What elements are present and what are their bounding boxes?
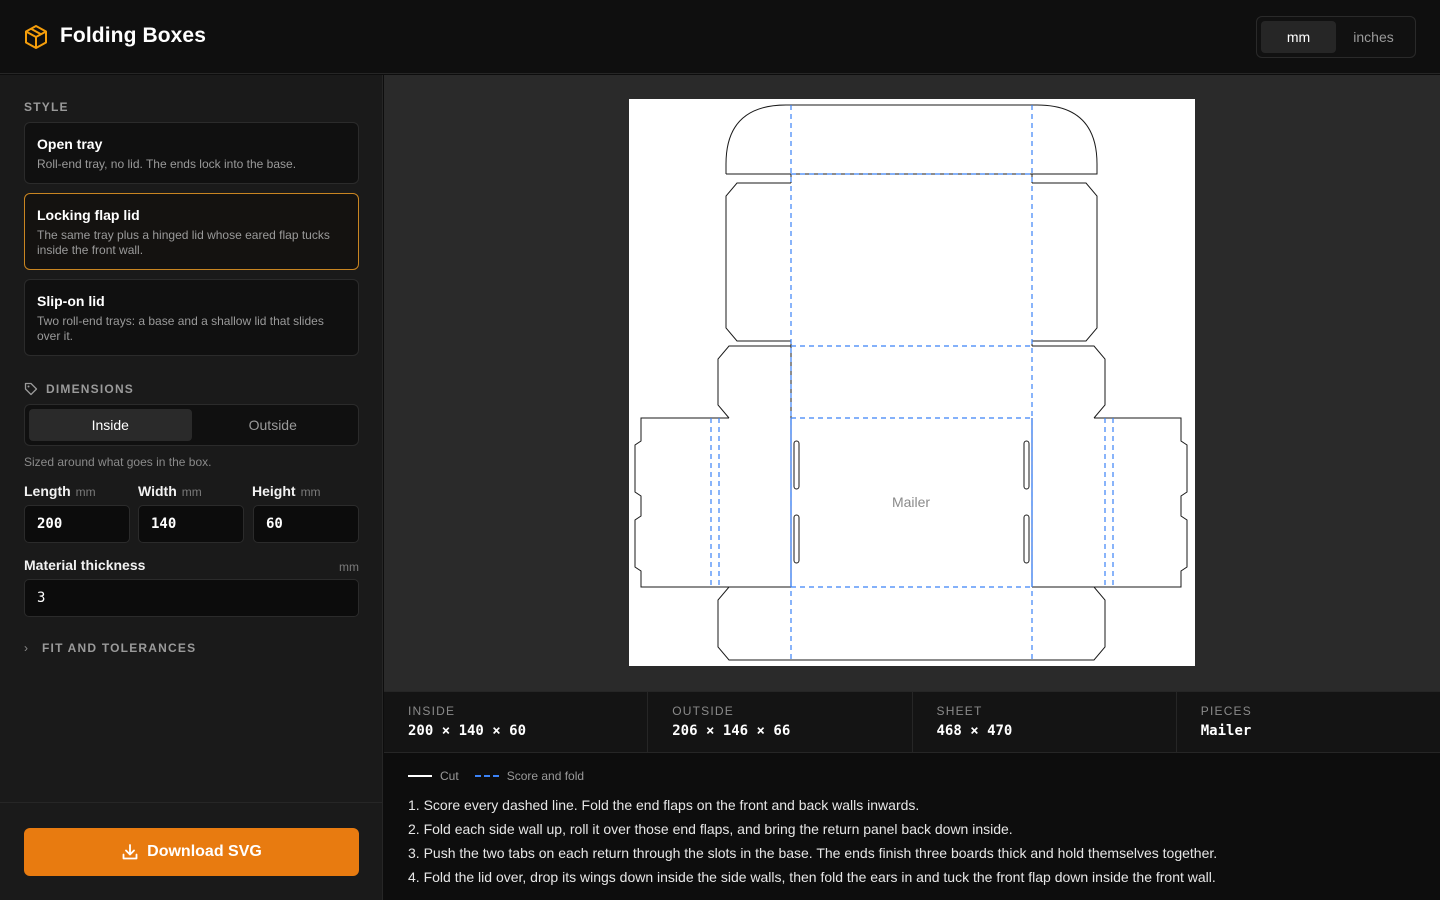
cut-line-swatch xyxy=(408,775,432,777)
dieline-sheet: Mailer xyxy=(629,99,1195,666)
preview-canvas: Mailer xyxy=(384,75,1440,691)
height-label: Height mm xyxy=(252,483,321,499)
download-icon xyxy=(122,844,138,860)
download-label: Download SVG xyxy=(147,843,262,860)
height-input[interactable] xyxy=(253,505,359,543)
style-card-title: Slip-on lid xyxy=(37,293,105,309)
stat-value: 468 × 470 xyxy=(936,723,1013,739)
stat-outside: OUTSIDE 206 × 146 × 66 xyxy=(648,692,913,752)
fit-tolerances-toggle[interactable]: › FIT AND TOLERANCES xyxy=(24,641,196,655)
fold-lines xyxy=(710,105,1114,660)
style-card-title: Locking flap lid xyxy=(37,207,140,223)
thickness-label: Material thickness xyxy=(24,557,146,573)
fit-tolerances-label: FIT AND TOLERANCES xyxy=(42,641,197,655)
width-input[interactable] xyxy=(138,505,244,543)
width-label: Width mm xyxy=(138,483,202,499)
style-card-slip-on-lid[interactable]: Slip-on lid Two roll-end trays: a base a… xyxy=(24,279,359,356)
height-label-text: Height xyxy=(252,483,296,499)
style-card-open-tray[interactable]: Open tray Roll-end tray, no lid. The end… xyxy=(24,122,359,184)
unit-mm-button[interactable]: mm xyxy=(1261,21,1336,53)
assembly-steps: 1. Score every dashed line. Fold the end… xyxy=(408,793,1217,889)
stat-value: Mailer xyxy=(1200,723,1252,739)
stat-value: 200 × 140 × 60 xyxy=(408,723,527,739)
width-label-text: Width xyxy=(138,483,177,499)
step-item: 1. Score every dashed line. Fold the end… xyxy=(408,797,920,813)
style-card-description: Roll-end tray, no lid. The ends lock int… xyxy=(37,157,297,171)
sidebar: STYLE Open tray Roll-end tray, no lid. T… xyxy=(0,75,383,900)
app-title: Folding Boxes xyxy=(60,24,206,47)
length-unit: mm xyxy=(75,485,96,499)
score-line-swatch xyxy=(474,775,499,777)
piece-label: Mailer xyxy=(892,494,930,510)
dimensions-hint: Sized around what goes in the box. xyxy=(24,455,212,469)
style-card-title: Open tray xyxy=(37,136,103,152)
dimensions-section-label: DIMENSIONS xyxy=(46,382,135,396)
width-unit: mm xyxy=(181,485,202,499)
step-item: 3. Push the two tabs on each return thro… xyxy=(408,845,1218,861)
box-logo-icon xyxy=(25,25,47,49)
style-card-description: Two roll-end trays: a base and a shallow… xyxy=(37,314,324,343)
stat-key: SHEET xyxy=(936,704,983,718)
step-item: 4. Fold the lid over, drop its wings dow… xyxy=(408,869,1216,885)
style-section-label: STYLE xyxy=(24,100,69,114)
dieline-drawing: Mailer xyxy=(634,104,1188,661)
unit-inches-button[interactable]: inches xyxy=(1336,21,1411,53)
cut-legend-label: Cut xyxy=(440,769,459,783)
cut-lines xyxy=(634,104,1188,661)
thickness-input[interactable] xyxy=(24,579,359,617)
download-svg-button[interactable]: Download SVG xyxy=(24,828,359,876)
measure-mode-toggle: Inside Outside xyxy=(24,404,359,446)
sidebar-divider xyxy=(0,802,383,803)
app-header: Folding Boxes mm inches xyxy=(0,0,1440,74)
length-label-text: Length xyxy=(24,483,71,499)
style-card-description: The same tray plus a hinged lid whose ea… xyxy=(37,228,330,257)
length-input[interactable] xyxy=(24,505,130,543)
step-item: 2. Fold each side wall up, roll it over … xyxy=(408,821,1013,837)
line-legend: Cut Score and fold xyxy=(408,769,584,783)
stat-value: 206 × 146 × 66 xyxy=(672,723,791,739)
stat-key: PIECES xyxy=(1200,704,1252,718)
style-card-locking-flap-lid[interactable]: Locking flap lid The same tray plus a hi… xyxy=(24,193,359,270)
length-label: Length mm xyxy=(24,483,96,499)
score-legend-label: Score and fold xyxy=(506,769,585,783)
thickness-unit: mm xyxy=(339,560,359,574)
stat-key: INSIDE xyxy=(408,704,456,718)
outside-button[interactable]: Outside xyxy=(192,409,355,441)
stats-bar: INSIDE 200 × 140 × 60 OUTSIDE 206 × 146 … xyxy=(384,691,1440,753)
chevron-right-icon: › xyxy=(24,641,28,655)
inside-button[interactable]: Inside xyxy=(29,409,192,441)
stat-key: OUTSIDE xyxy=(672,704,734,718)
height-unit: mm xyxy=(300,485,321,499)
stat-pieces: PIECES Mailer xyxy=(1177,692,1440,752)
stat-inside: INSIDE 200 × 140 × 60 xyxy=(384,692,649,752)
ruler-tag-icon xyxy=(24,382,38,396)
stat-sheet: SHEET 468 × 470 xyxy=(913,692,1177,752)
unit-toggle: mm inches xyxy=(1256,16,1416,58)
